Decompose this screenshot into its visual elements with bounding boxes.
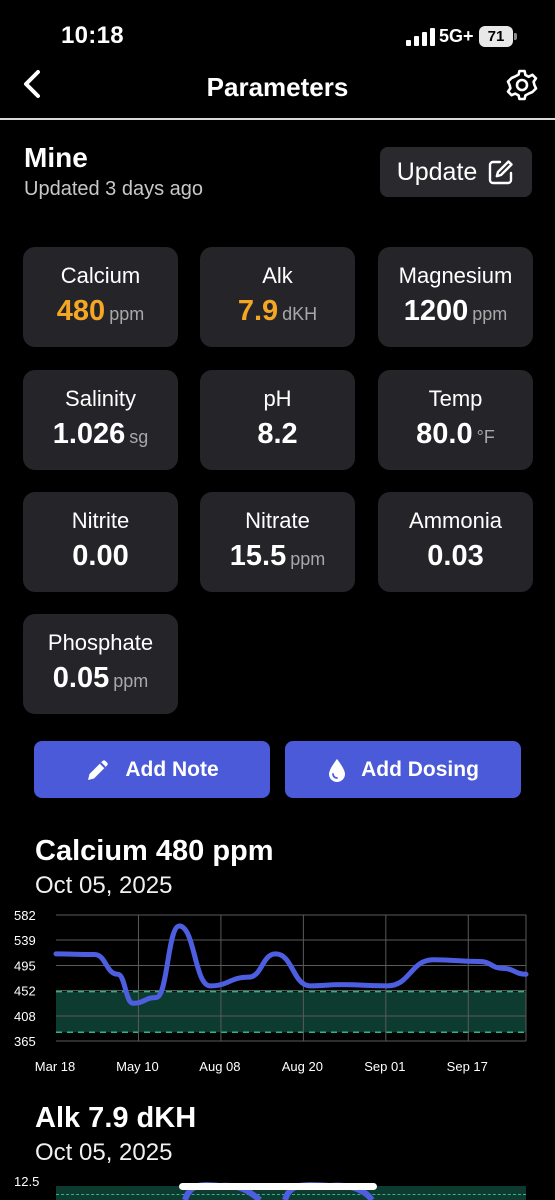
- param-unit: ppm: [290, 549, 326, 569]
- calcium-chart-date: Oct 05, 2025: [35, 872, 173, 899]
- param-value: 0.03: [427, 540, 484, 572]
- add-note-button[interactable]: Add Note: [34, 741, 270, 798]
- param-name: Salinity: [65, 386, 136, 411]
- param-value: 15.5: [229, 540, 287, 572]
- calcium-chart[interactable]: 582 539 495 452 408 365 Mar 18 May 10 Aug 08 Aug …: [0, 900, 555, 1085]
- param-value: 0.00: [72, 540, 129, 572]
- param-name: pH: [263, 386, 292, 411]
- add-dosing-button[interactable]: Add Dosing: [285, 741, 521, 798]
- param-card-calcium[interactable]: Calcium 480 ppm: [23, 247, 178, 347]
- param-value: 80.0: [416, 418, 473, 450]
- param-card-temp[interactable]: Temp 80.0 °F: [378, 370, 533, 470]
- x-tick-label: Aug 20: [282, 1059, 323, 1074]
- param-card-ammonia[interactable]: Ammonia 0.03: [378, 492, 533, 592]
- update-button-label: Update: [396, 157, 478, 186]
- param-name: Nitrite: [71, 508, 130, 533]
- param-unit: ppm: [472, 304, 508, 324]
- alk-chart-date: Oct 05, 2025: [35, 1139, 173, 1166]
- param-card-alk[interactable]: Alk 7.9 dKH: [200, 247, 355, 347]
- param-name: Alk: [262, 263, 293, 288]
- param-unit: °F: [476, 427, 495, 447]
- nav-bar: Parameters: [0, 62, 555, 118]
- y-tick-label: 495: [14, 959, 36, 974]
- param-unit: ppm: [109, 304, 145, 324]
- param-name: Ammonia: [409, 508, 502, 533]
- param-value: 7.9: [237, 295, 279, 327]
- network-label: 5G+: [439, 26, 474, 46]
- x-tick-label: Mar 18: [35, 1059, 75, 1074]
- status-bar: 10:18 5G+ 71: [0, 0, 555, 62]
- x-tick-label: Sep 17: [447, 1059, 488, 1074]
- y-tick-label: 452: [14, 983, 36, 998]
- param-value: 8.2: [257, 418, 298, 450]
- param-name: Nitrate: [245, 508, 310, 533]
- parameters-screen: 10:18 5G+ 71 Parameters Mine Updated 3 d…: [0, 0, 555, 1200]
- nav-divider: [0, 118, 555, 120]
- param-card-salinity[interactable]: Salinity 1.026 sg: [23, 370, 178, 470]
- param-card-phosphate[interactable]: Phosphate 0.05 ppm: [23, 614, 178, 714]
- param-value: 480: [56, 295, 106, 327]
- y-tick-label: 408: [14, 1009, 36, 1024]
- page-title: Parameters: [206, 72, 349, 102]
- drop-icon: [329, 758, 346, 782]
- param-unit: ppm: [113, 671, 149, 691]
- edit-icon: [489, 160, 514, 185]
- param-value: 0.05: [52, 662, 110, 694]
- gear-icon[interactable]: [505, 68, 539, 102]
- param-value: 1.026: [52, 418, 126, 450]
- pencil-icon: [88, 759, 109, 780]
- param-value: 1200: [403, 295, 469, 327]
- add-dosing-label: Add Dosing: [361, 757, 479, 781]
- x-tick-label: Aug 08: [199, 1059, 240, 1074]
- updated-text: Updated 3 days ago: [24, 178, 204, 200]
- alk-chart-title: Alk 7.9 dKH: [35, 1102, 197, 1134]
- tank-name: Mine: [24, 142, 88, 173]
- home-indicator: [179, 1183, 377, 1190]
- param-card-magnesium[interactable]: Magnesium 1200 ppm: [378, 247, 533, 347]
- param-unit: dKH: [282, 304, 318, 324]
- param-name: Calcium: [60, 263, 141, 288]
- chevron-left-icon[interactable]: [18, 66, 48, 102]
- y-tick-label: 539: [14, 933, 36, 948]
- param-name: Temp: [428, 386, 483, 411]
- y-tick-label: 582: [14, 908, 36, 923]
- param-card-nitrate[interactable]: Nitrate 15.5 ppm: [200, 492, 355, 592]
- battery-icon: 71: [479, 26, 517, 47]
- param-card-ph[interactable]: pH 8.2: [200, 370, 355, 470]
- battery-cap: [514, 33, 517, 40]
- add-note-label: Add Note: [125, 757, 219, 781]
- battery-level: 71: [479, 26, 513, 47]
- param-unit: sg: [129, 427, 149, 447]
- status-time: 10:18: [61, 22, 124, 49]
- calcium-chart-title: Calcium 480 ppm: [35, 835, 274, 867]
- x-tick-label: Sep 01: [364, 1059, 405, 1074]
- param-name: Phosphate: [47, 630, 154, 655]
- update-button[interactable]: Update: [380, 147, 532, 197]
- param-card-nitrite[interactable]: Nitrite 0.00: [23, 492, 178, 592]
- signal-icon: [406, 28, 435, 46]
- y-tick-label: 365: [14, 1034, 36, 1049]
- x-tick-label: May 10: [116, 1059, 159, 1074]
- param-name: Magnesium: [398, 263, 513, 288]
